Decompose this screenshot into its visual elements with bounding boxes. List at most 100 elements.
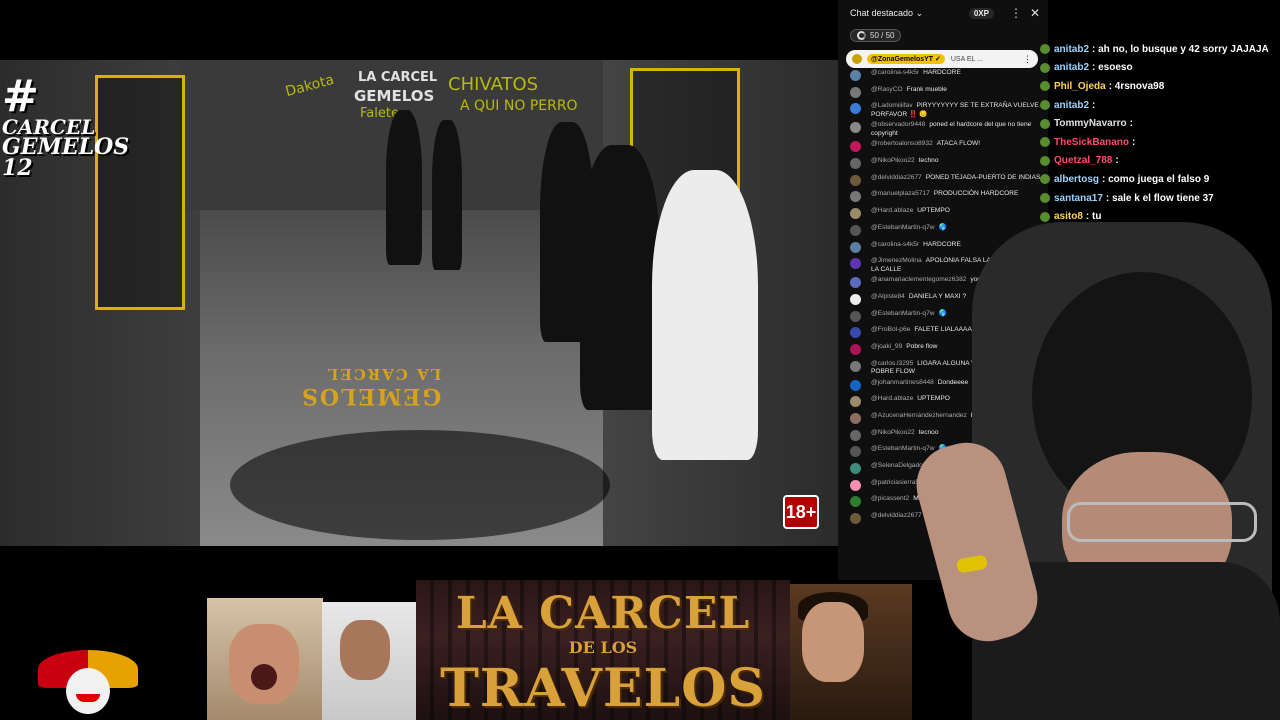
avatar[interactable] <box>850 293 861 305</box>
avatar[interactable] <box>850 396 861 408</box>
avatar[interactable] <box>850 241 861 253</box>
overlay-chat-message: anitab2: <box>1040 96 1280 115</box>
avatar[interactable] <box>850 479 861 491</box>
chat-username[interactable]: @NikoPikoo22 <box>871 429 915 436</box>
chat-text: PRODUCCIÓN HARDCORE <box>933 190 1019 198</box>
chat-username[interactable]: @carlos.l3295 <box>871 360 913 367</box>
chat-username[interactable]: @carolina-s4k5r <box>871 69 919 76</box>
overlay-chat-username: TheSickBanano <box>1054 136 1130 148</box>
xp-badge[interactable]: 0XP <box>968 7 994 19</box>
chat-username[interactable]: @picassent2 <box>871 495 909 502</box>
avatar[interactable] <box>850 191 861 203</box>
avatar[interactable] <box>850 463 861 475</box>
avatar[interactable] <box>850 379 861 391</box>
avatar[interactable] <box>850 208 861 220</box>
overlay-chat-text: : esoeso <box>1092 62 1133 74</box>
overlay-chat-message: Phil_Ojeda: 4rsnova98 <box>1040 77 1280 96</box>
counter-value: 50 / 50 <box>870 30 895 40</box>
avatar[interactable] <box>850 429 861 441</box>
chat-username[interactable]: @manuelplaza5717 <box>871 190 930 197</box>
subscriber-badge-icon <box>1040 100 1050 111</box>
subscriber-badge-icon <box>1040 155 1050 166</box>
chat-username[interactable]: @robertoalonso8932 <box>871 140 933 147</box>
avatar[interactable] <box>850 103 861 115</box>
overlay-chat-text: : <box>1129 118 1133 130</box>
chat-text: techno <box>918 157 939 165</box>
avatar[interactable] <box>850 327 861 339</box>
overlay-chat-username: Quetzal_788 <box>1054 155 1113 167</box>
overlay-chat-text: : <box>1115 155 1119 167</box>
chat-message[interactable]: @carolina-s4k5r HARDCORE <box>838 68 1048 85</box>
avatar[interactable] <box>850 224 861 236</box>
chat-message-body: @manuelplaza5717 PRODUCCIÓN HARDCORE <box>871 190 1042 199</box>
avatar[interactable] <box>850 496 861 508</box>
chat-username[interactable]: @Hard.ablaze <box>871 207 913 214</box>
avatar[interactable] <box>850 258 861 270</box>
floor-logo-line2: LA CARCEL <box>325 365 442 383</box>
chat-username[interactable]: @Ladomiiiifav <box>871 102 913 109</box>
avatar[interactable] <box>850 413 861 424</box>
chat-username[interactable]: @Alpiste84 <box>871 293 905 300</box>
chat-username[interactable]: @NikoPikoo22 <box>871 157 915 164</box>
chat-message[interactable]: @observador9448 poned el hardcore del que… <box>838 120 1048 139</box>
streamer-webcam <box>912 212 1280 720</box>
chat-username[interactable]: @Hard.ablaze <box>871 395 913 402</box>
subscriber-badge-icon <box>1040 62 1050 73</box>
pinned-text: USA EL ... <box>950 55 983 63</box>
close-icon[interactable]: ✕ <box>1030 6 1040 20</box>
avatar[interactable] <box>850 277 861 289</box>
main-video[interactable]: LA CARCEL GEMELOS CHIVATOS A QUI NO PERR… <box>0 60 838 546</box>
person-figure <box>652 170 758 460</box>
chat-message-body: @Ladomiiiifav PIRYYYYYYY SE TE EXTRAÑA VU… <box>871 102 1042 119</box>
more-options-icon[interactable]: ⋮ <box>1023 54 1032 65</box>
chat-username[interactable]: @joaki_99 <box>871 343 902 350</box>
subscriber-badge-icon <box>1040 174 1050 185</box>
overlay-chat-text: : 4rsnova98 <box>1108 80 1165 92</box>
chat-message[interactable]: @manuelplaza5717 PRODUCCIÓN HARDCORE <box>838 189 1048 206</box>
avatar[interactable] <box>850 70 861 81</box>
chat-message[interactable]: @NikoPikoo22 techno <box>838 156 1048 173</box>
overlay-chat-username: anitab2 <box>1054 99 1090 111</box>
chat-username[interactable]: @FroBol-p6e <box>871 326 910 333</box>
chat-message-body: @RasyCO Frank mueble <box>871 86 1042 95</box>
joker-face <box>66 668 110 714</box>
avatar[interactable] <box>850 360 861 372</box>
chat-message[interactable]: @Ladomiiiifav PIRYYYYYYY SE TE EXTRAÑA VU… <box>838 101 1048 120</box>
meme-image-bed <box>322 602 417 720</box>
avatar[interactable] <box>850 158 861 170</box>
wall-brand-text: LA CARCEL <box>358 70 438 85</box>
show-logo-hash: # <box>2 71 39 122</box>
chat-text: Frank mueble <box>906 85 947 93</box>
overlay-chat-text: : como juega el falso 9 <box>1102 173 1210 185</box>
overlay-chat-message: anitab2: ah no, lo busque y 42 sorry JAJ… <box>1040 40 1280 59</box>
avatar[interactable] <box>850 86 861 98</box>
avatar[interactable] <box>850 141 861 153</box>
overlay-chat-message: TommyNavarro: <box>1040 114 1280 133</box>
xp-value: 0XP <box>973 8 989 18</box>
chat-username[interactable]: @RasyCO <box>871 86 903 93</box>
chat-username[interactable]: @observador9448 <box>871 121 925 128</box>
pinned-user: @ZonaGemelosYT ✓ <box>867 54 945 64</box>
chat-message-body: @NikoPikoo22 techno <box>871 157 1042 166</box>
more-options-icon[interactable]: ⋮ <box>1010 6 1022 20</box>
avatar[interactable] <box>850 174 861 186</box>
avatar[interactable] <box>850 122 861 134</box>
chat-message[interactable]: @robertoalonso8932 ATACA FLOW! <box>838 139 1048 156</box>
avatar[interactable] <box>850 343 861 355</box>
avatar[interactable] <box>850 446 861 458</box>
chat-message[interactable]: @RasyCO Frank mueble <box>838 85 1048 102</box>
floor-shadow <box>230 430 610 540</box>
chat-text: PONED TEJADA-PUERTO DE INDIAS <box>925 173 1041 181</box>
chat-username[interactable]: @delviddiaz2677 <box>871 174 922 181</box>
poster-title-line2: DE LOS <box>568 638 638 657</box>
avatar[interactable] <box>850 513 861 525</box>
chat-message[interactable]: @delviddiaz2677 PONED TEJADA-PUERTO DE IN… <box>838 173 1048 190</box>
message-counter[interactable]: 50 / 50 <box>850 28 902 42</box>
overlay-chat-text: : <box>1092 99 1096 111</box>
chat-message-body: @delviddiaz2677 PONED TEJADA-PUERTO DE IN… <box>871 174 1042 183</box>
avatar[interactable] <box>850 310 861 322</box>
subscriber-badge-icon <box>1040 193 1050 204</box>
chat-mode-dropdown[interactable]: Chat destacado ⌄ <box>850 8 969 19</box>
overlay-chat-username: santana17 <box>1054 192 1103 204</box>
pinned-message[interactable]: @ZonaGemelosYT ✓ USA EL ... ⋮ <box>846 50 1038 68</box>
